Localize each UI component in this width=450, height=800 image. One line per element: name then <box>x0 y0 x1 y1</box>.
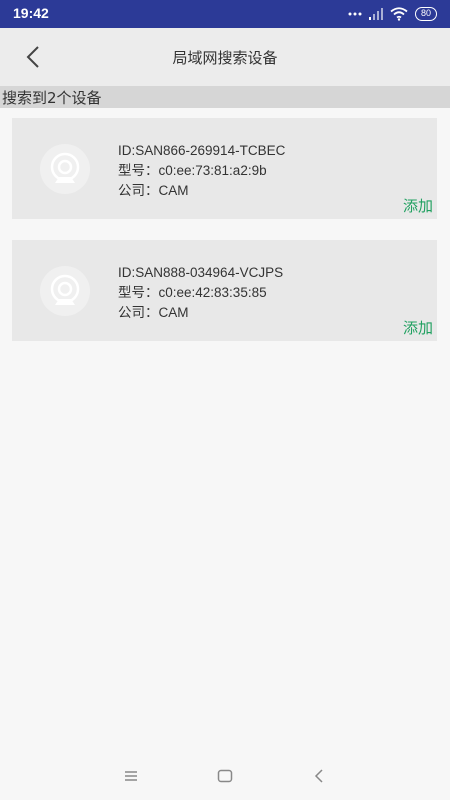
device-info: ID:SAN866-269914-TCBEC 型号：c0:ee:73:81:a2… <box>118 141 285 201</box>
back-icon <box>314 769 323 783</box>
add-device-button[interactable]: 添加 <box>403 195 433 216</box>
status-time: 19:42 <box>13 5 49 21</box>
nav-back-button[interactable] <box>309 766 329 786</box>
device-card[interactable]: ID:SAN888-034964-VCJPS 型号：c0:ee:42:83:35… <box>12 240 437 341</box>
menu-button[interactable] <box>121 766 141 786</box>
device-id: ID:SAN888-034964-VCJPS <box>118 265 284 280</box>
result-bar: 搜索到2个设备 <box>0 86 450 108</box>
status-bar: 19:42 80 <box>0 0 450 28</box>
device-company: 公司：CAM <box>118 183 189 198</box>
camera-icon <box>40 266 90 316</box>
device-card[interactable]: ID:SAN866-269914-TCBEC 型号：c0:ee:73:81:a2… <box>12 118 437 219</box>
system-nav-bar <box>0 752 450 800</box>
status-icons: 80 <box>348 6 437 22</box>
menu-icon <box>125 771 137 781</box>
device-id: ID:SAN866-269914-TCBEC <box>118 143 286 158</box>
device-model: 型号：c0:ee:73:81:a2:9b <box>118 163 267 178</box>
home-icon <box>217 769 233 783</box>
result-count-text: 搜索到2个设备 <box>2 89 102 107</box>
device-company: 公司：CAM <box>118 305 189 320</box>
home-button[interactable] <box>215 766 235 786</box>
device-info: ID:SAN888-034964-VCJPS 型号：c0:ee:42:83:35… <box>118 263 283 323</box>
dots-icon <box>348 12 362 16</box>
signal-icon <box>368 8 383 20</box>
wifi-icon <box>390 7 408 21</box>
battery-icon: 80 <box>414 7 437 21</box>
page-title: 局域网搜索设备 <box>172 49 278 67</box>
camera-icon <box>40 144 90 194</box>
add-device-button[interactable]: 添加 <box>403 317 433 338</box>
header: 局域网搜索设备 <box>0 28 450 86</box>
device-model: 型号：c0:ee:42:83:35:85 <box>118 285 267 300</box>
